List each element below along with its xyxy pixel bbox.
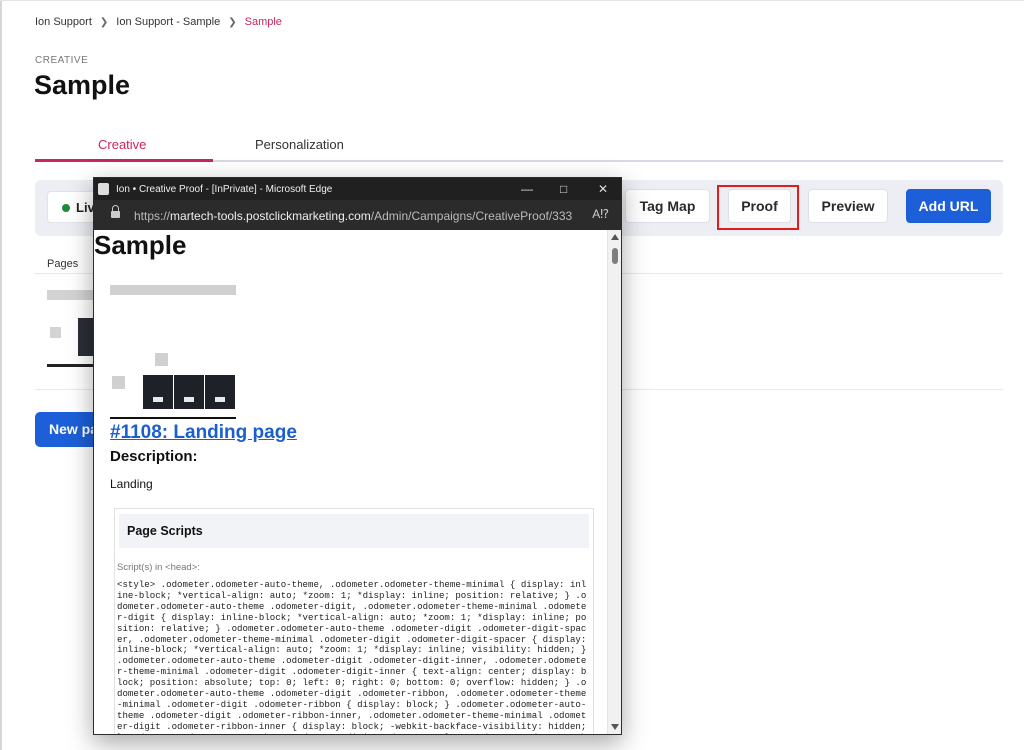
pages-label: Pages [47,258,79,270]
creative-thumbnail[interactable] [205,375,235,409]
add-url-button[interactable]: Add URL [906,189,991,223]
url-host: martech-tools.postclickmarketing.com [170,209,371,223]
favicon-icon [98,183,109,195]
page-scripts-panel: Page Scripts Script(s) in <head>: <style… [114,508,594,734]
creative-thumbnail[interactable] [174,375,204,409]
proof-highlight-box [717,185,799,230]
url-text[interactable]: https://martech-tools.postclickmarketing… [134,209,572,223]
address-bar[interactable]: https://martech-tools.postclickmarketing… [94,200,621,230]
landing-page-link[interactable]: #1108: Landing page [110,422,297,444]
proof-browser-window[interactable]: Ion • Creative Proof - [InPrivate] - Mic… [93,177,622,735]
scripts-label: Script(s) in <head>: [117,562,200,573]
page-thumbnail[interactable] [50,327,61,338]
close-icon[interactable]: ✕ [598,182,608,196]
status-label: Liv [76,200,95,215]
url-prefix: https:// [134,209,171,223]
scrollbar[interactable] [607,230,621,734]
script-code: <style> .odometer.odometer-auto-theme, .… [117,579,587,734]
maximize-icon[interactable]: □ [560,182,567,196]
breadcrumb: Ion Support ❯ Ion Support - Sample ❯ Sam… [35,16,282,28]
read-aloud-icon[interactable]: A⁉ [592,207,609,221]
tag-map-button[interactable]: Tag Map [625,189,710,223]
description-heading: Description: [110,448,198,465]
preview-button[interactable]: Preview [808,189,888,223]
chevron-right-icon: ❯ [99,16,109,28]
active-tab-indicator [35,159,213,162]
breadcrumb-item[interactable]: Ion Support - Sample [116,16,220,28]
window-titlebar[interactable]: Ion • Creative Proof - [InPrivate] - Mic… [94,178,621,200]
window-title: Ion • Creative Proof - [InPrivate] - Mic… [116,184,333,195]
proof-title: Sample [94,230,187,260]
page-kicker: CREATIVE [35,55,89,66]
page-left-border [0,0,2,750]
page-title: Sample [34,70,131,100]
page-thumbnail-active-indicator [47,364,97,367]
url-path: /Admin/Campaigns/CreativeProof/333 [370,209,573,223]
chevron-right-icon: ❯ [228,16,237,28]
lock-icon[interactable] [111,205,120,219]
tab-personalization[interactable]: Personalization [255,137,344,152]
divider [110,417,236,419]
status-dot-icon [62,204,70,212]
tab-creative[interactable]: Creative [98,137,146,152]
page-thumbnail-title [47,290,95,300]
scroll-up-icon[interactable] [611,234,619,240]
page-top-border [0,0,1024,1]
minimize-icon[interactable]: — [521,182,533,196]
blurred-image [155,353,168,366]
scroll-thumb[interactable] [612,248,618,264]
proof-content: Sample #1108: Landing page Description: … [94,230,609,734]
blurred-text [110,285,236,295]
scroll-down-icon[interactable] [611,724,619,730]
breadcrumb-current: Sample [244,16,282,28]
creative-thumbnail[interactable] [143,375,173,409]
blurred-image [112,376,125,389]
tab-bar: Creative Personalization [35,130,1003,162]
description-text: Landing [110,477,153,491]
page-scripts-heading: Page Scripts [119,514,589,548]
breadcrumb-item[interactable]: Ion Support [35,16,92,28]
